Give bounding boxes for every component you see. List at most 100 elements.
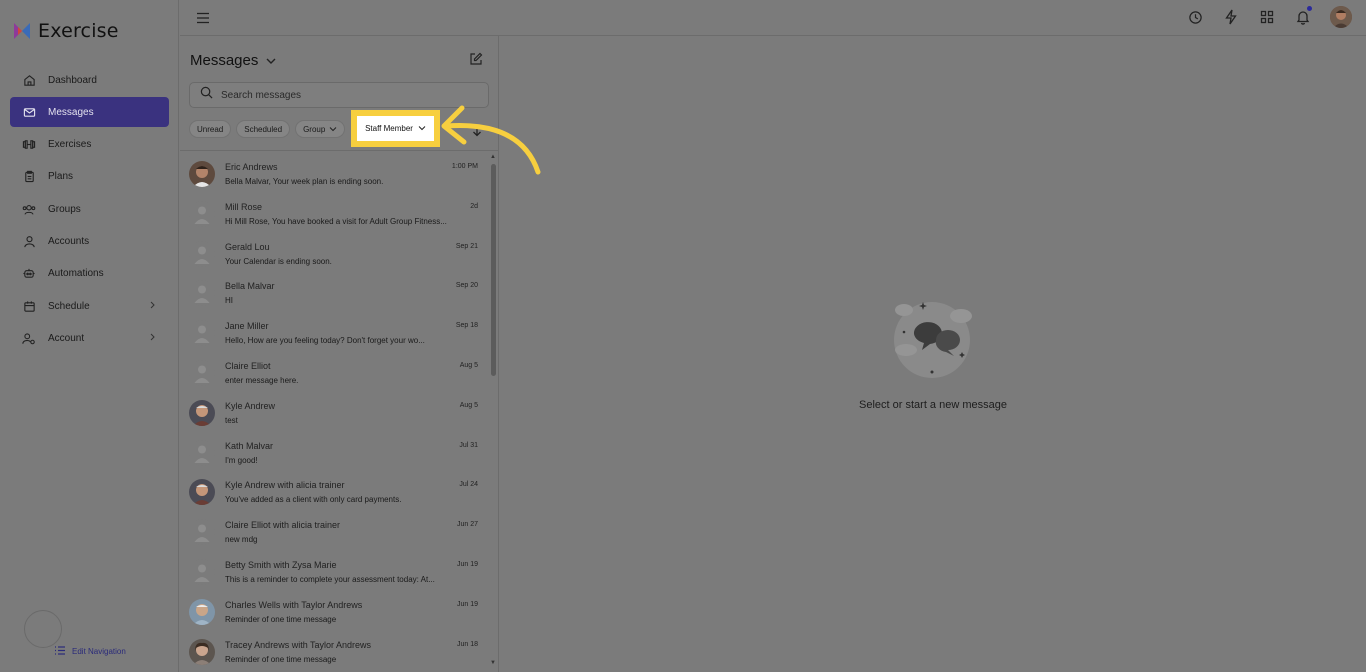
filter-staff-member-inner: Staff Member — [365, 124, 426, 133]
conversation-row[interactable]: Kyle Andrew with alicia trainer Jul 24 You… — [180, 476, 490, 516]
user-avatar[interactable] — [1330, 6, 1352, 28]
chevron-down-icon — [266, 52, 276, 69]
sidebar-nav: Dashboard Messages Exercises Plans Group… — [10, 65, 169, 356]
calendar-icon — [22, 299, 36, 313]
conversation-time: Aug 5 — [459, 361, 478, 369]
conversation-row[interactable]: Gerald Lou Sep 21 Your Calendar is ending … — [180, 238, 490, 278]
conversation-preview: test — [225, 415, 238, 425]
messages-title-text: Messages — [190, 52, 259, 69]
sidebar-item-messages[interactable]: Messages — [10, 97, 169, 128]
filter-scheduled[interactable]: Scheduled — [236, 120, 291, 138]
conversation-time: Jun 18 — [456, 640, 478, 648]
avatar — [189, 558, 215, 585]
sidebar-item-exercises[interactable]: Exercises — [10, 130, 169, 160]
conversation-preview: This is a reminder to complete your asse… — [225, 574, 435, 584]
empty-state: Select or start a new message — [500, 36, 1366, 672]
filter-staff-member[interactable]: Staff Member — [351, 110, 440, 147]
conversation-name: Gerald Lou — [225, 241, 270, 252]
filter-unread[interactable]: Unread — [189, 120, 232, 138]
conversation-row[interactable]: Mill Rose 2d Hi Mill Rose, You have booked… — [180, 198, 490, 238]
conversation-preview: HI — [225, 296, 233, 306]
filter-label: Staff Member — [365, 124, 413, 133]
filter-chips: Unread Scheduled Group Staff Member — [189, 110, 440, 147]
conversation-name: Kyle Andrew with alicia trainer — [225, 480, 345, 491]
conversation-preview: Reminder of one time message — [225, 654, 337, 664]
annotation-arrow — [441, 105, 541, 175]
search-input[interactable] — [221, 89, 461, 101]
conversation-preview: You've added as a client with only card … — [225, 495, 402, 505]
top-bar — [180, 0, 1366, 36]
app-name: Exercise — [38, 20, 119, 42]
conversation-time: Sep 18 — [455, 322, 478, 330]
sidebar-item-accounts[interactable]: Accounts — [10, 226, 169, 256]
edit-navigation-label: Edit Navigation — [72, 647, 126, 656]
avatar — [189, 320, 215, 347]
user-icon — [22, 234, 36, 248]
messages-title[interactable]: Messages — [190, 52, 276, 69]
filter-label: Group — [303, 124, 326, 134]
conversation-name: Jane Miller — [225, 321, 269, 332]
sidebar-item-schedule[interactable]: Schedule — [10, 291, 169, 321]
sidebar-item-plans[interactable]: Plans — [10, 162, 169, 192]
dumbbell-icon — [22, 138, 36, 152]
conversation-row[interactable]: Jane Miller Sep 18 Hello, How are you feel… — [180, 317, 490, 357]
avatar — [189, 479, 215, 506]
conversation-row[interactable]: Kyle Andrew Aug 5 test — [180, 397, 490, 437]
sidebar-item-label: Plans — [48, 171, 74, 183]
conversation-time: Sep 20 — [455, 282, 478, 290]
conversation-name: Tracey Andrews with Taylor Andrews — [225, 639, 372, 650]
conversation-row[interactable]: Claire Elliot Aug 5 enter message here. — [180, 357, 490, 397]
conversation-row[interactable]: Kath Malvar Jul 31 I'm good! — [180, 437, 490, 477]
scrollbar[interactable]: ▲ ▼ — [490, 154, 498, 668]
sidebar-item-label: Groups — [48, 203, 81, 215]
conversation-row[interactable]: Charles Wells with Taylor Andrews Jun 19 R… — [180, 596, 490, 636]
users-icon — [22, 202, 36, 216]
avatar — [189, 439, 215, 466]
conversation-name: Eric Andrews — [225, 162, 278, 172]
mail-icon — [22, 105, 36, 119]
conversation-time: Sep 21 — [455, 242, 478, 250]
conversation-name: Claire Elliot with alicia trainer — [225, 520, 341, 531]
avatar — [189, 638, 215, 665]
conversation-time: Jun 19 — [456, 600, 478, 608]
compose-icon[interactable] — [469, 52, 483, 66]
conversation-row[interactable]: Betty Smith with Zysa Marie Jun 19 This is… — [180, 556, 490, 596]
sidebar-item-label: Automations — [48, 268, 104, 280]
conversation-time: Jul 31 — [459, 441, 478, 449]
scrollbar-thumb[interactable] — [491, 164, 496, 376]
sidebar-item-label: Account — [48, 332, 85, 344]
avatar — [189, 200, 215, 227]
logo-mark-icon — [12, 21, 32, 41]
conversation-name: Claire Elliot — [225, 360, 271, 371]
chevron-down-icon — [329, 125, 337, 134]
conversation-preview: Bella Malvar, Your week plan is ending s… — [225, 177, 384, 186]
filter-group[interactable]: Group — [295, 120, 346, 138]
conversation-name: Charles Wells with Taylor Andrews — [225, 599, 363, 610]
avatar — [189, 280, 215, 307]
sidebar-item-account[interactable]: Account — [10, 323, 169, 353]
sidebar: Exercise Dashboard Messages Exercises Pl… — [0, 0, 179, 672]
avatar — [189, 598, 215, 625]
conversation-preview: Hi Mill Rose, You have booked a visit fo… — [225, 216, 447, 226]
menu-icon[interactable] — [196, 11, 210, 29]
conversation-preview: enter message here. — [225, 375, 299, 385]
apps-grid-icon[interactable] — [1258, 8, 1276, 26]
lightning-icon[interactable] — [1222, 8, 1240, 26]
conversation-row[interactable]: Tracey Andrews with Taylor Andrews Jun 18… — [180, 636, 490, 672]
loading-spinner — [24, 610, 62, 648]
conversation-row[interactable]: Bella Malvar Sep 20 HI — [180, 277, 490, 317]
sidebar-item-groups[interactable]: Groups — [10, 194, 169, 224]
chevron-down-icon — [418, 124, 426, 133]
app-logo[interactable]: Exercise — [12, 20, 119, 42]
sidebar-item-dashboard[interactable]: Dashboard — [10, 65, 169, 95]
search-icon — [200, 86, 213, 104]
bell-icon[interactable] — [1294, 6, 1312, 26]
sidebar-item-label: Exercises — [48, 139, 92, 151]
conversation-row[interactable]: Claire Elliot with alicia trainer Jun 27 n… — [180, 516, 490, 556]
history-icon[interactable] — [1186, 8, 1204, 26]
filter-label: Unread — [197, 124, 224, 134]
avatar — [189, 240, 215, 267]
sidebar-item-automations[interactable]: Automations — [10, 259, 169, 289]
scroll-down-icon[interactable]: ▼ — [490, 660, 496, 666]
edit-navigation-link[interactable]: Edit Navigation — [54, 645, 126, 658]
